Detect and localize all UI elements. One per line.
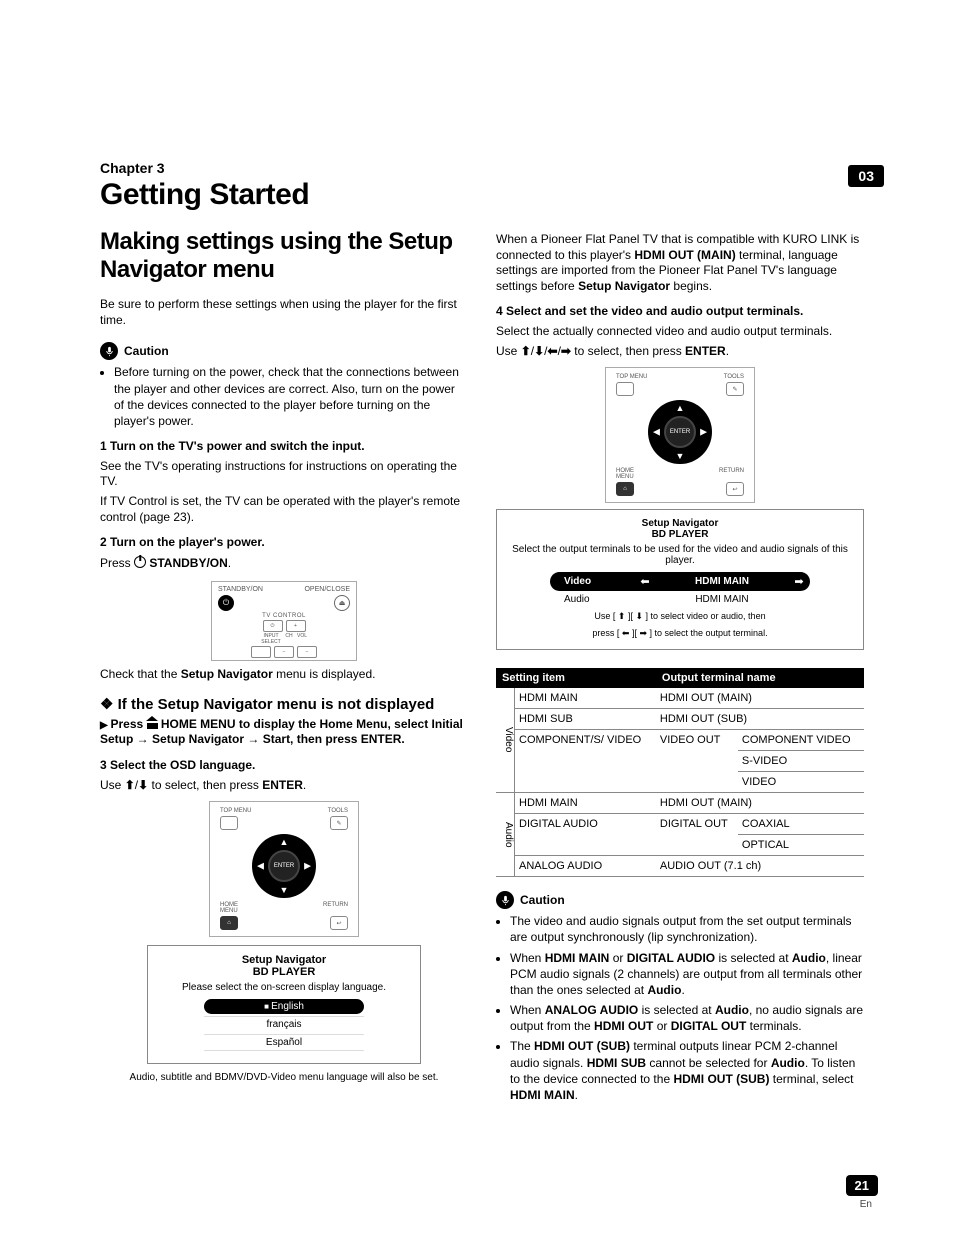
caution-label: Caution	[520, 893, 565, 907]
dpad-wheel-graphic: ▲ ▼ ◀ ▶ ENTER	[252, 834, 316, 898]
caution-item: When ANALOG AUDIO is selected at Audio, …	[510, 1002, 864, 1034]
check-line: Check that the Setup Navigator menu is d…	[100, 667, 468, 683]
osd-lang-english: English	[204, 999, 364, 1014]
osd-terminals-box: Setup Navigator BD PLAYER Select the out…	[496, 509, 864, 650]
eject-button-graphic: ⏏	[334, 595, 350, 611]
step-4-text: Select the actually connected video and …	[496, 324, 864, 340]
standby-button-graphic: ⏻	[218, 595, 234, 611]
press-home-line: Press HOME MENU to display the Home Menu…	[100, 717, 468, 748]
caution-label: Caution	[124, 344, 169, 358]
intro-text: Be sure to perform these settings when u…	[100, 297, 468, 328]
step-2-heading: 2 Turn on the player's power.	[100, 535, 468, 551]
osd-lang-francais: français	[204, 1016, 364, 1032]
chapter-label: Chapter 3	[100, 160, 864, 176]
chapter-title: Getting Started	[100, 178, 864, 212]
osd-language-box: Setup Navigator BD PLAYER Please select …	[147, 945, 421, 1064]
column-right: When a Pioneer Flat Panel TV that is com…	[496, 228, 864, 1109]
page-language: En	[860, 1199, 872, 1210]
step-1-heading: 1 Turn on the TV's power and switch the …	[100, 439, 468, 455]
table-group-audio: Audio	[496, 793, 515, 877]
step-1-text-2: If TV Control is set, the TV can be oper…	[100, 494, 468, 525]
use-arrows-line: Use ⬆/⬇/⬅/➡ to select, then press ENTER.	[496, 344, 864, 360]
table-group-video: Video	[496, 688, 515, 793]
column-left: Making settings using the Setup Navigato…	[100, 228, 468, 1109]
osd-row-video: Video ⬅ HDMI MAIN ➡	[550, 572, 810, 591]
tools-button-graphic: ✎	[330, 816, 348, 830]
osd-row-audio: Audio HDMI MAIN	[550, 594, 810, 605]
section-heading: Making settings using the Setup Navigato…	[100, 228, 468, 283]
caution-bullet: Before turning on the power, check that …	[114, 364, 468, 429]
caution-item: When HDMI MAIN or DIGITAL AUDIO is selec…	[510, 950, 864, 999]
power-icon	[134, 556, 146, 568]
terminals-table: Setting item Output terminal name Video …	[496, 668, 864, 877]
osd-note: Audio, subtitle and BDMV/DVD-Video menu …	[100, 1072, 468, 1083]
remote-figure: TOP MENU TOOLS ✎ ▲ ▼ ◀ ▶ ENTER HOME MENU…	[209, 801, 359, 937]
step-3-text: Use ⬆/⬇ to select, then press ENTER.	[100, 778, 468, 794]
step-1-text: See the TV's operating instructions for …	[100, 459, 468, 490]
return-button-graphic: ↩	[330, 916, 348, 930]
sub-heading: If the Setup Navigator menu is not displ…	[100, 695, 468, 713]
top-menu-button-graphic	[220, 816, 238, 830]
osd-lang-espanol: Español	[204, 1034, 364, 1051]
step-3-heading: 3 Select the OSD language.	[100, 758, 468, 774]
home-icon	[147, 719, 158, 729]
step-2-text: Press STANDBY/ON.	[100, 555, 468, 572]
caution-icon	[496, 891, 514, 909]
caution-icon	[100, 342, 118, 360]
page-number: 21	[846, 1175, 878, 1196]
remote-figure-2: TOP MENU TOOLS ✎ ▲ ▼ ◀ ▶ ENTER HOME MENU…	[605, 367, 755, 503]
caution-item: The HDMI OUT (SUB) terminal outputs line…	[510, 1038, 864, 1103]
standby-figure: STANDBY/ON OPEN/CLOSE ⏻ ⏏ TV CONTROL ⏻+ …	[211, 581, 357, 661]
step-4-heading: 4 Select and set the video and audio out…	[496, 304, 864, 320]
kuro-paragraph: When a Pioneer Flat Panel TV that is com…	[496, 232, 864, 294]
chapter-number-badge: 03	[848, 165, 884, 187]
home-menu-button-graphic: ⌂	[220, 916, 238, 930]
caution-item: The video and audio signals output from …	[510, 913, 864, 945]
